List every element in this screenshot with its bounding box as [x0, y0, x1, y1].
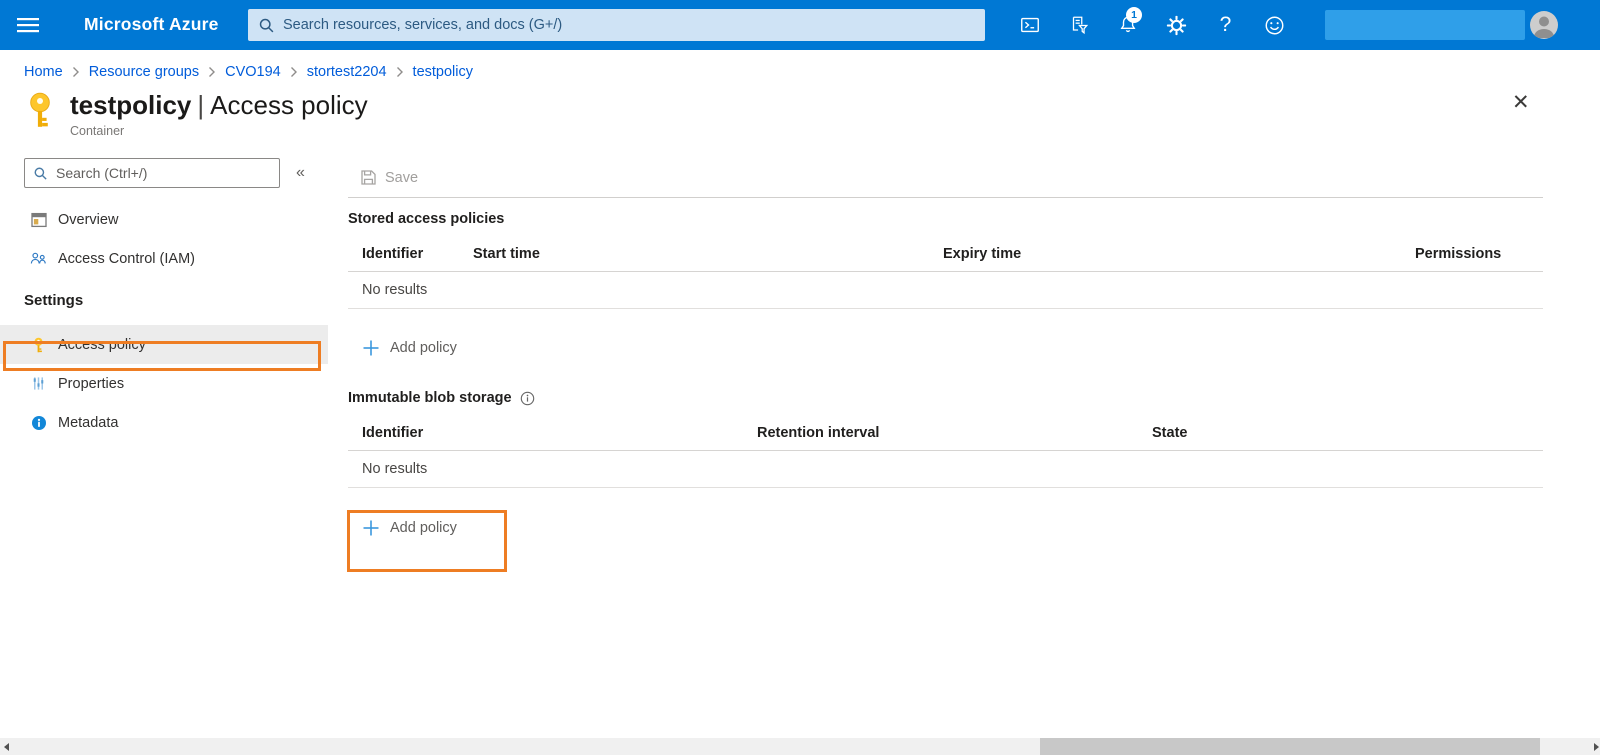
cloud-shell-icon[interactable]: [1005, 0, 1054, 50]
stored-policies-table-header: Identifier Start time Expiry time Permis…: [348, 236, 1543, 272]
immutable-empty-row: No results: [348, 451, 1543, 488]
hamburger-menu-icon[interactable]: [16, 13, 40, 37]
overview-icon: [30, 212, 47, 228]
add-stored-policy-button[interactable]: Add policy: [348, 329, 528, 366]
menu-search-input[interactable]: [56, 165, 271, 181]
blade-menu: « Overview Access Control (IAM) Settings: [0, 158, 348, 550]
add-immutable-policy-button[interactable]: Add policy: [348, 506, 528, 550]
title-divider: |: [197, 90, 204, 120]
blade-name: Access policy: [210, 90, 368, 120]
page-title: testpolicy|Access policy: [70, 90, 368, 121]
menu-items: Overview Access Control (IAM) Settings A…: [0, 200, 348, 442]
column-header-identifier: Identifier: [362, 425, 757, 441]
sidebar-item-label: Access policy: [58, 337, 146, 353]
stored-policies-empty-row: No results: [348, 272, 1543, 309]
command-bar: Save: [348, 158, 1543, 198]
account-avatar[interactable]: [1530, 11, 1558, 39]
help-icon[interactable]: ?: [1201, 0, 1250, 50]
save-button[interactable]: Save: [360, 169, 418, 186]
people-icon: [30, 251, 47, 266]
breadcrumb-chevron-icon: [72, 66, 80, 78]
breadcrumb-storage-account[interactable]: stortest2204: [307, 64, 387, 80]
search-icon: [33, 166, 48, 181]
column-header-start-time: Start time: [473, 246, 943, 262]
add-policy-label: Add policy: [390, 520, 457, 536]
save-icon: [360, 169, 377, 186]
directory-filter-icon[interactable]: [1054, 0, 1103, 50]
sidebar-item-access-policy[interactable]: Access policy: [0, 325, 328, 364]
close-blade-icon[interactable]: ✕: [1512, 90, 1530, 115]
collapse-menu-icon[interactable]: «: [296, 164, 305, 182]
plus-icon: [362, 519, 380, 537]
blade-header: testpolicy|Access policy Container ✕: [24, 90, 1600, 138]
scroll-right-arrow-icon[interactable]: [1594, 743, 1599, 751]
blade-body: « Overview Access Control (IAM) Settings: [0, 158, 1600, 550]
info-filled-icon: [30, 415, 47, 431]
info-outline-icon[interactable]: [520, 391, 535, 406]
notifications-bell-icon[interactable]: 1: [1103, 0, 1152, 50]
azure-top-bar: Microsoft Azure 1 ?: [0, 0, 1600, 50]
plus-icon: [362, 339, 380, 357]
sidebar-item-overview[interactable]: Overview: [0, 200, 348, 239]
save-label: Save: [385, 170, 418, 186]
sidebar-item-label: Properties: [58, 376, 124, 392]
breadcrumb-home[interactable]: Home: [24, 64, 63, 80]
sidebar-item-label: Metadata: [58, 415, 118, 431]
feedback-smiley-icon[interactable]: [1250, 0, 1299, 50]
settings-gear-icon[interactable]: [1152, 0, 1201, 50]
settings-section-header: Settings: [0, 292, 348, 325]
breadcrumb: Home Resource groups CVO194 stortest2204…: [24, 64, 1600, 80]
breadcrumb-chevron-icon: [290, 66, 298, 78]
sliders-icon: [30, 376, 47, 391]
scrollbar-thumb[interactable]: [1040, 738, 1540, 755]
breadcrumb-container[interactable]: testpolicy: [413, 64, 473, 80]
key-icon: [30, 337, 47, 353]
search-icon: [258, 17, 275, 34]
container-name: testpolicy: [70, 90, 191, 120]
breadcrumb-chevron-icon: [208, 66, 216, 78]
column-header-permissions: Permissions: [1415, 246, 1543, 262]
add-policy-label: Add policy: [390, 340, 457, 356]
breadcrumb-chevron-icon: [396, 66, 404, 78]
container-key-icon: [24, 92, 56, 128]
sidebar-item-label: Overview: [58, 212, 118, 228]
breadcrumb-resource-group[interactable]: CVO194: [225, 64, 281, 80]
immutable-table-header: Identifier Retention interval State: [348, 415, 1543, 451]
immutable-blob-storage-title: Immutable blob storage: [348, 390, 1543, 406]
masked-account-info: [1325, 10, 1525, 40]
sidebar-item-properties[interactable]: Properties: [0, 364, 348, 403]
scroll-left-arrow-icon[interactable]: [4, 743, 9, 751]
topbar-icon-group: 1 ?: [1005, 0, 1299, 50]
stored-access-policies-title: Stored access policies: [348, 211, 1543, 227]
azure-brand-title[interactable]: Microsoft Azure: [84, 14, 219, 35]
breadcrumb-resource-groups[interactable]: Resource groups: [89, 64, 199, 80]
global-search-input[interactable]: [283, 17, 975, 33]
sidebar-item-metadata[interactable]: Metadata: [0, 403, 348, 442]
notification-count-badge: 1: [1126, 7, 1142, 23]
column-header-state: State: [1152, 425, 1543, 441]
resource-type-label: Container: [70, 124, 368, 138]
column-header-identifier: Identifier: [362, 246, 473, 262]
global-search-bar[interactable]: [248, 9, 985, 41]
column-header-expiry-time: Expiry time: [943, 246, 1415, 262]
immutable-title-text: Immutable blob storage: [348, 390, 512, 406]
column-header-retention-interval: Retention interval: [757, 425, 1152, 441]
menu-search-box[interactable]: [24, 158, 280, 188]
sidebar-item-label: Access Control (IAM): [58, 251, 195, 267]
sidebar-item-access-control-iam[interactable]: Access Control (IAM): [0, 239, 348, 278]
access-policy-panel: Save Stored access policies Identifier S…: [348, 158, 1543, 550]
horizontal-scrollbar[interactable]: [0, 738, 1600, 755]
